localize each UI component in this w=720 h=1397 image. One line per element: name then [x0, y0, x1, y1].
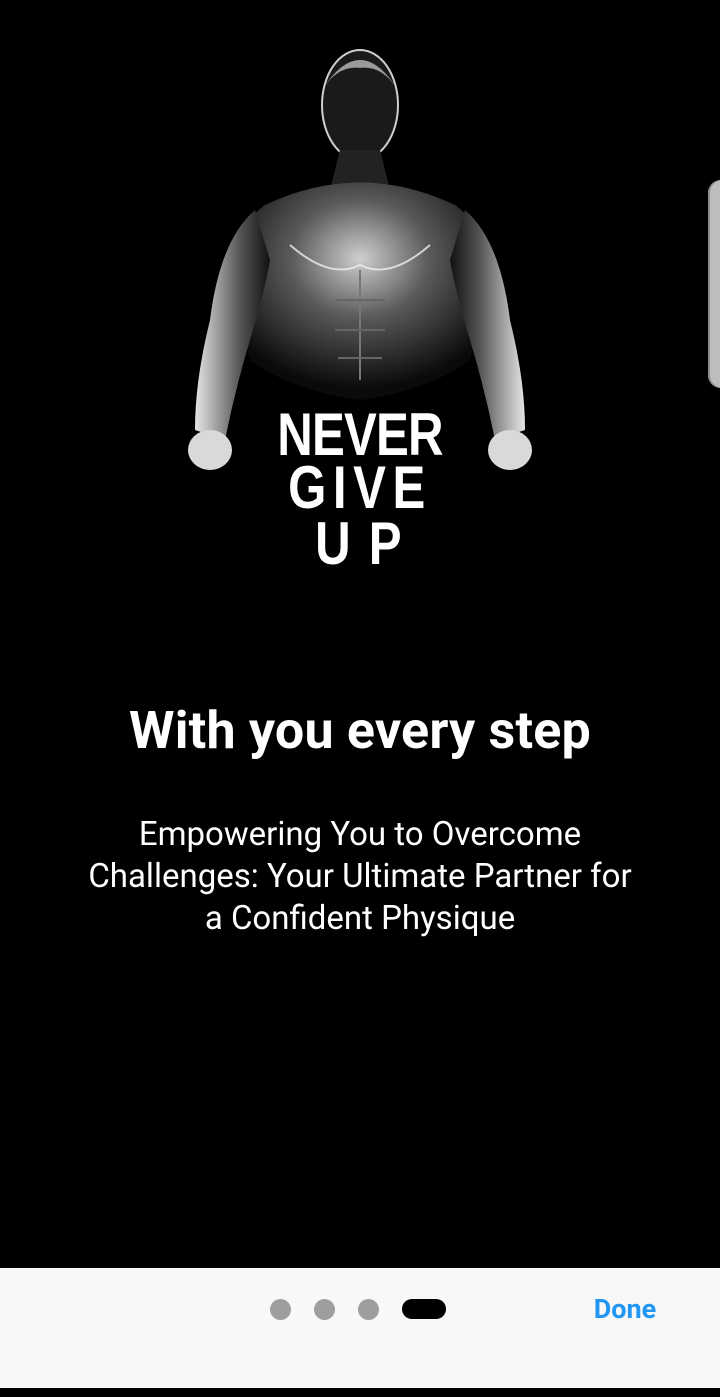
page-dot-3[interactable]: [358, 1298, 379, 1320]
poster-line-up: UP: [315, 510, 420, 577]
poster-line-give: GIVE: [288, 454, 432, 521]
page-dot-1[interactable]: [270, 1298, 291, 1320]
system-nav-strip: [0, 1388, 720, 1397]
page-dot-2[interactable]: [314, 1298, 335, 1320]
page-indicator: [270, 1298, 446, 1320]
page-subtitle: Empowering You to Overcome Challenges: Y…: [88, 815, 632, 938]
done-button[interactable]: Done: [580, 1288, 670, 1330]
page-title: With you every step: [129, 700, 591, 761]
onboarding-screen: NEVER GIVE UP With you every step Empowe…: [0, 0, 720, 1397]
page-dot-4-active[interactable]: [402, 1299, 446, 1319]
edge-panel-handle[interactable]: [708, 180, 720, 388]
hero-illustration: NEVER GIVE UP: [170, 30, 550, 590]
